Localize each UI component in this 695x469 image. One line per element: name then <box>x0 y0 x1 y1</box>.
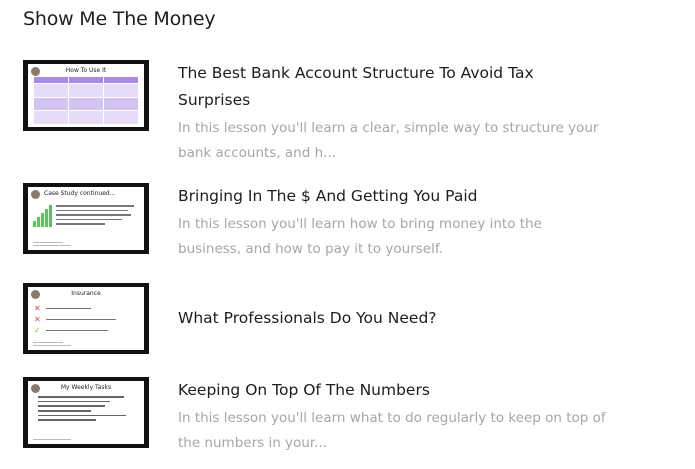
cross-icon: ✕ <box>34 314 41 324</box>
lesson-thumbnail[interactable]: Insurance ✕ ✕ ✓ <box>23 283 149 354</box>
slide-text-lines <box>56 205 138 228</box>
slide-checklist: ✕ ✕ ✓ <box>34 303 136 336</box>
slide-preview: Insurance ✕ ✕ ✓ <box>28 287 144 350</box>
lesson-thumbnail[interactable]: How To Use It <box>23 60 149 131</box>
lesson-title[interactable]: Bringing In The $ And Getting You Paid <box>178 183 608 210</box>
lesson-thumbnail[interactable]: My Weekly Tasks <box>23 377 149 448</box>
lesson-title[interactable]: Keeping On Top Of The Numbers <box>178 377 608 404</box>
section-title: Show Me The Money <box>23 8 216 30</box>
slide-title: Insurance <box>71 290 101 297</box>
bar-chart-icon <box>33 205 52 227</box>
check-icon: ✓ <box>34 325 41 335</box>
slide-title: Case Study continued... <box>44 190 116 197</box>
cross-icon: ✕ <box>34 303 41 313</box>
lesson-description: In this lesson you'll learn a clear, sim… <box>178 120 599 161</box>
slide-preview: Case Study continued... <box>28 187 144 250</box>
slide-table <box>34 77 138 124</box>
avatar <box>31 190 40 199</box>
lesson-description: In this lesson you'll learn what to do r… <box>178 410 606 451</box>
slide-title: My Weekly Tasks <box>60 384 112 391</box>
slide-preview: How To Use It <box>28 64 144 127</box>
lesson-title[interactable]: What Professionals Do You Need? <box>178 305 608 332</box>
lesson-title[interactable]: The Best Bank Account Structure To Avoid… <box>178 60 608 114</box>
slide-title: How To Use It <box>65 67 107 74</box>
lesson-description: In this lesson you'll learn how to bring… <box>178 216 542 257</box>
slide-preview: My Weekly Tasks <box>28 381 144 444</box>
lesson-thumbnail[interactable]: Case Study continued... <box>23 183 149 254</box>
slide-text-lines <box>38 396 134 424</box>
